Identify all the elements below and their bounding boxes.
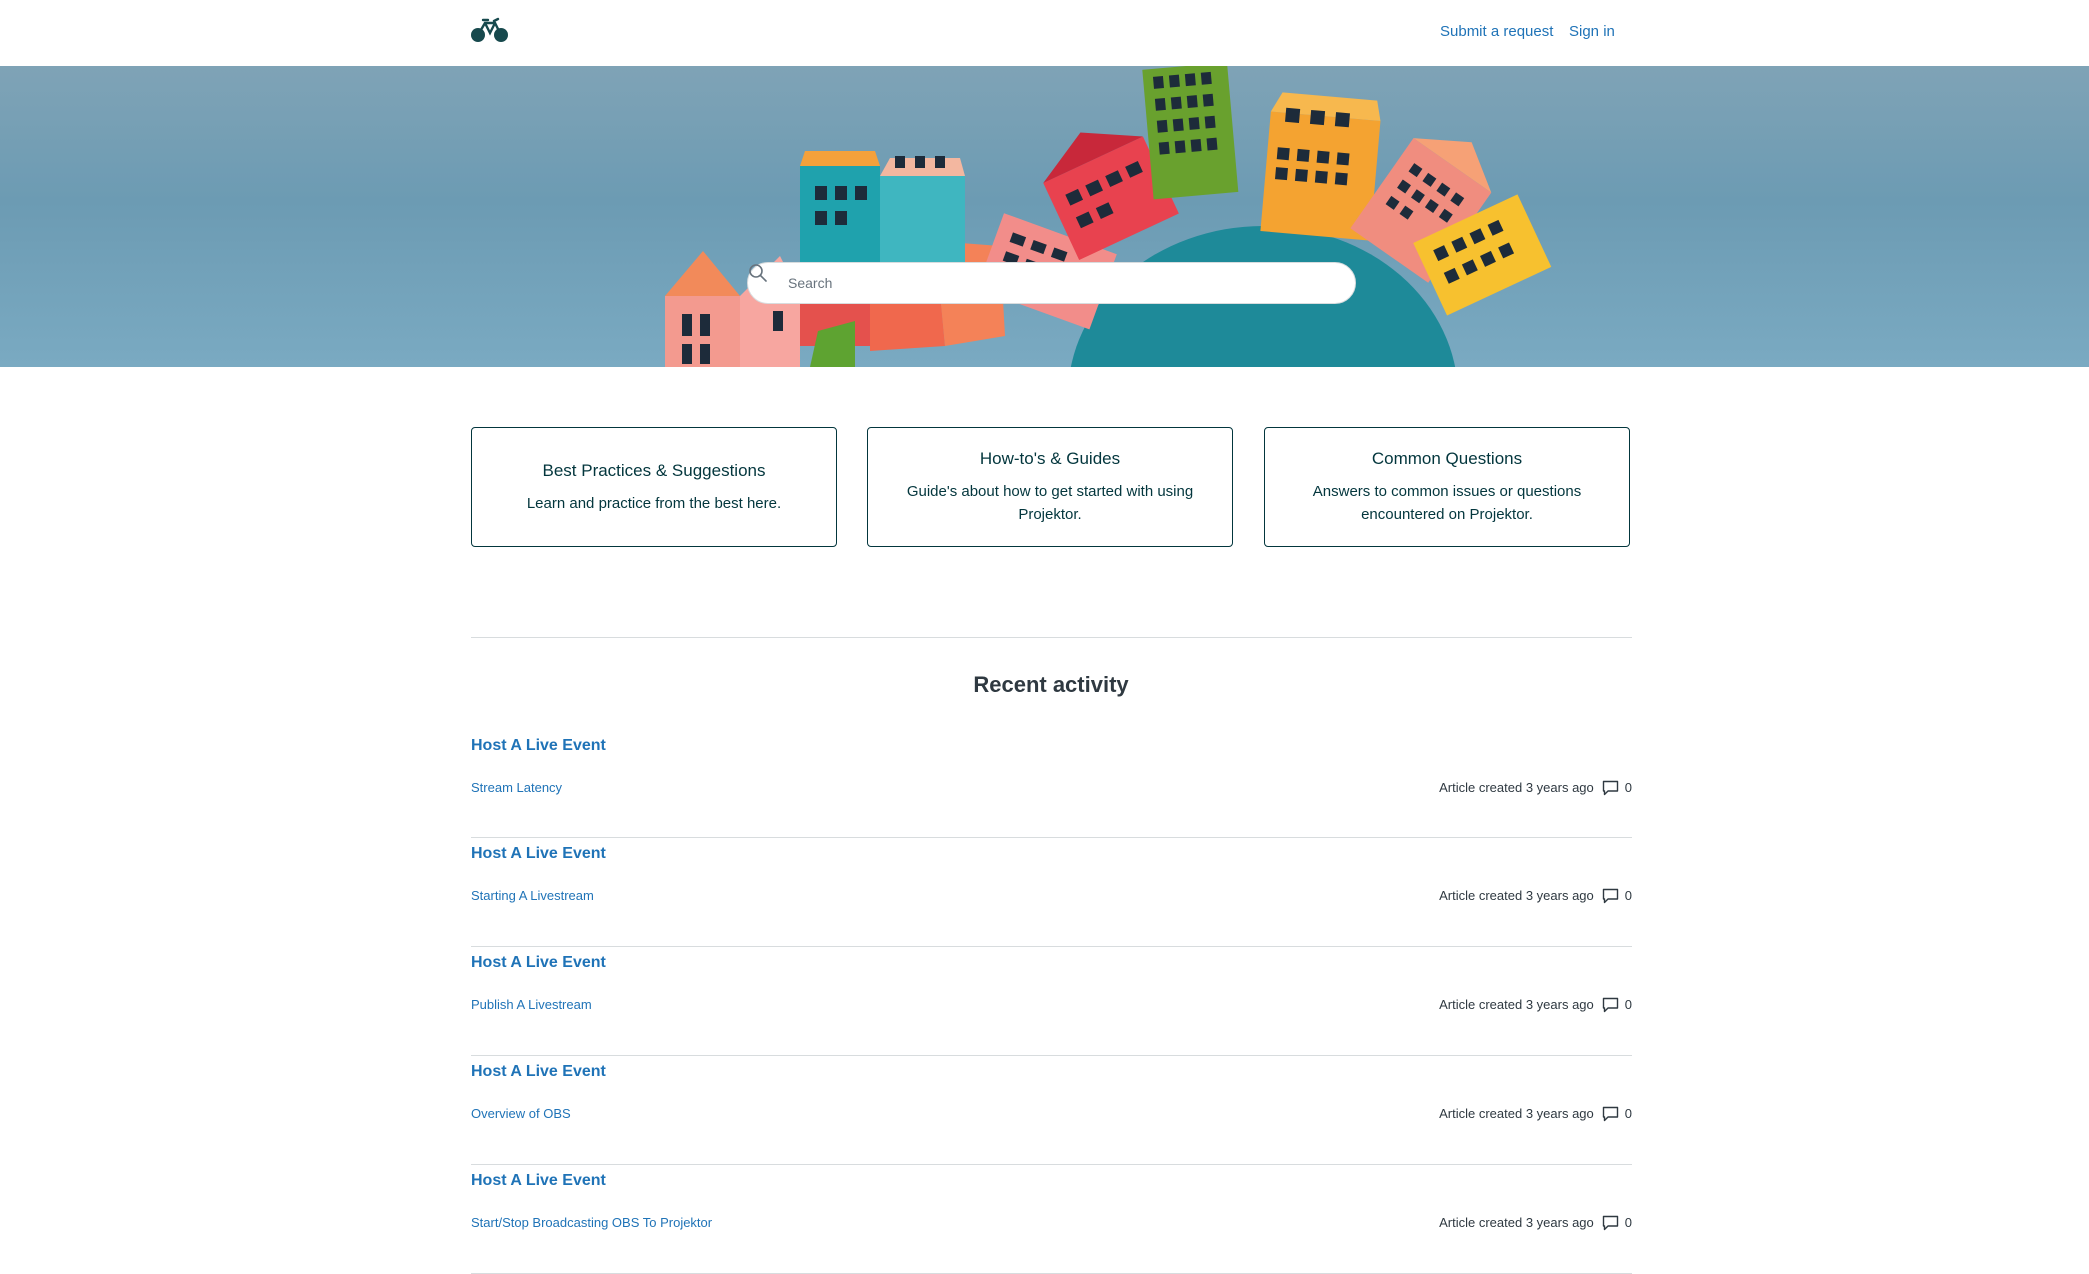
comment-count: 0 xyxy=(1624,1106,1632,1121)
comment-icon xyxy=(1602,1106,1618,1122)
recent-activity-list: Host A Live Event Stream Latency Article… xyxy=(471,730,1632,1274)
card-description: Learn and practice from the best here. xyxy=(526,494,782,512)
hero-city-illustration xyxy=(665,66,1552,367)
activity-meta-text: Article created 3 years ago xyxy=(1439,888,1594,903)
card-title: Common Questions xyxy=(1371,449,1523,468)
activity-meta-text: Article created 3 years ago xyxy=(1439,1106,1594,1121)
article-link[interactable]: Stream Latency xyxy=(471,780,562,796)
article-link[interactable]: Overview of OBS xyxy=(471,1106,571,1122)
section-link[interactable]: Host A Live Event xyxy=(471,1171,606,1191)
activity-meta-text: Article created 3 years ago xyxy=(1439,780,1594,795)
comment-count: 0 xyxy=(1624,997,1632,1012)
sign-in-link[interactable]: Sign in xyxy=(1569,23,1615,41)
section-link[interactable]: Host A Live Event xyxy=(471,736,606,756)
card-title: How-to's & Guides xyxy=(979,449,1121,468)
section-link[interactable]: Host A Live Event xyxy=(471,953,606,973)
article-link[interactable]: Start/Stop Broadcasting OBS To Projektor xyxy=(471,1215,712,1231)
list-item: Host A Live Event Overview of OBS Articl… xyxy=(471,1056,1632,1165)
list-item: Host A Live Event Publish A Livestream A… xyxy=(471,947,1632,1056)
submit-request-link[interactable]: Submit a request xyxy=(1440,23,1553,41)
recent-activity-title: Recent activity xyxy=(973,672,1129,697)
activity-meta: Article created 3 years ago 0 xyxy=(1439,1215,1632,1231)
card-description: Guide's about how to get started with us… xyxy=(906,483,1194,523)
list-item: Host A Live Event Stream Latency Article… xyxy=(471,730,1632,838)
activity-meta: Article created 3 years ago 0 xyxy=(1439,888,1632,904)
comment-icon xyxy=(1602,997,1618,1013)
section-divider xyxy=(471,637,1632,638)
section-link[interactable]: Host A Live Event xyxy=(471,1062,606,1082)
search-icon xyxy=(749,264,767,282)
category-card-how-tos[interactable]: How-to's & Guides Guide's about how to g… xyxy=(867,427,1233,547)
section-link[interactable]: Host A Live Event xyxy=(471,844,606,864)
category-card-common-questions[interactable]: Common Questions Answers to common issue… xyxy=(1264,427,1630,547)
comment-icon xyxy=(1602,780,1618,796)
search-bar[interactable] xyxy=(747,262,1356,304)
activity-meta: Article created 3 years ago 0 xyxy=(1439,780,1632,796)
activity-meta-text: Article created 3 years ago xyxy=(1439,1215,1594,1230)
card-description: Answers to common issues or questions en… xyxy=(1312,483,1582,523)
list-item: Host A Live Event Starting A Livestream … xyxy=(471,838,1632,947)
bicycle-logo-icon[interactable] xyxy=(470,16,510,44)
activity-meta: Article created 3 years ago 0 xyxy=(1439,1106,1632,1122)
article-link[interactable]: Starting A Livestream xyxy=(471,888,594,904)
card-title: Best Practices & Suggestions xyxy=(542,460,766,480)
hero-banner xyxy=(0,66,2089,367)
comment-count: 0 xyxy=(1624,888,1632,903)
article-link[interactable]: Publish A Livestream xyxy=(471,997,592,1013)
activity-meta-text: Article created 3 years ago xyxy=(1439,997,1594,1012)
search-input[interactable] xyxy=(788,263,1338,303)
site-header: Submit a request Sign in xyxy=(0,0,2089,66)
comment-count: 0 xyxy=(1624,780,1632,795)
activity-meta: Article created 3 years ago 0 xyxy=(1439,997,1632,1013)
comment-icon xyxy=(1602,888,1618,904)
comment-count: 0 xyxy=(1624,1215,1632,1230)
comment-icon xyxy=(1602,1215,1618,1231)
category-card-best-practices[interactable]: Best Practices & Suggestions Learn and p… xyxy=(471,427,837,547)
